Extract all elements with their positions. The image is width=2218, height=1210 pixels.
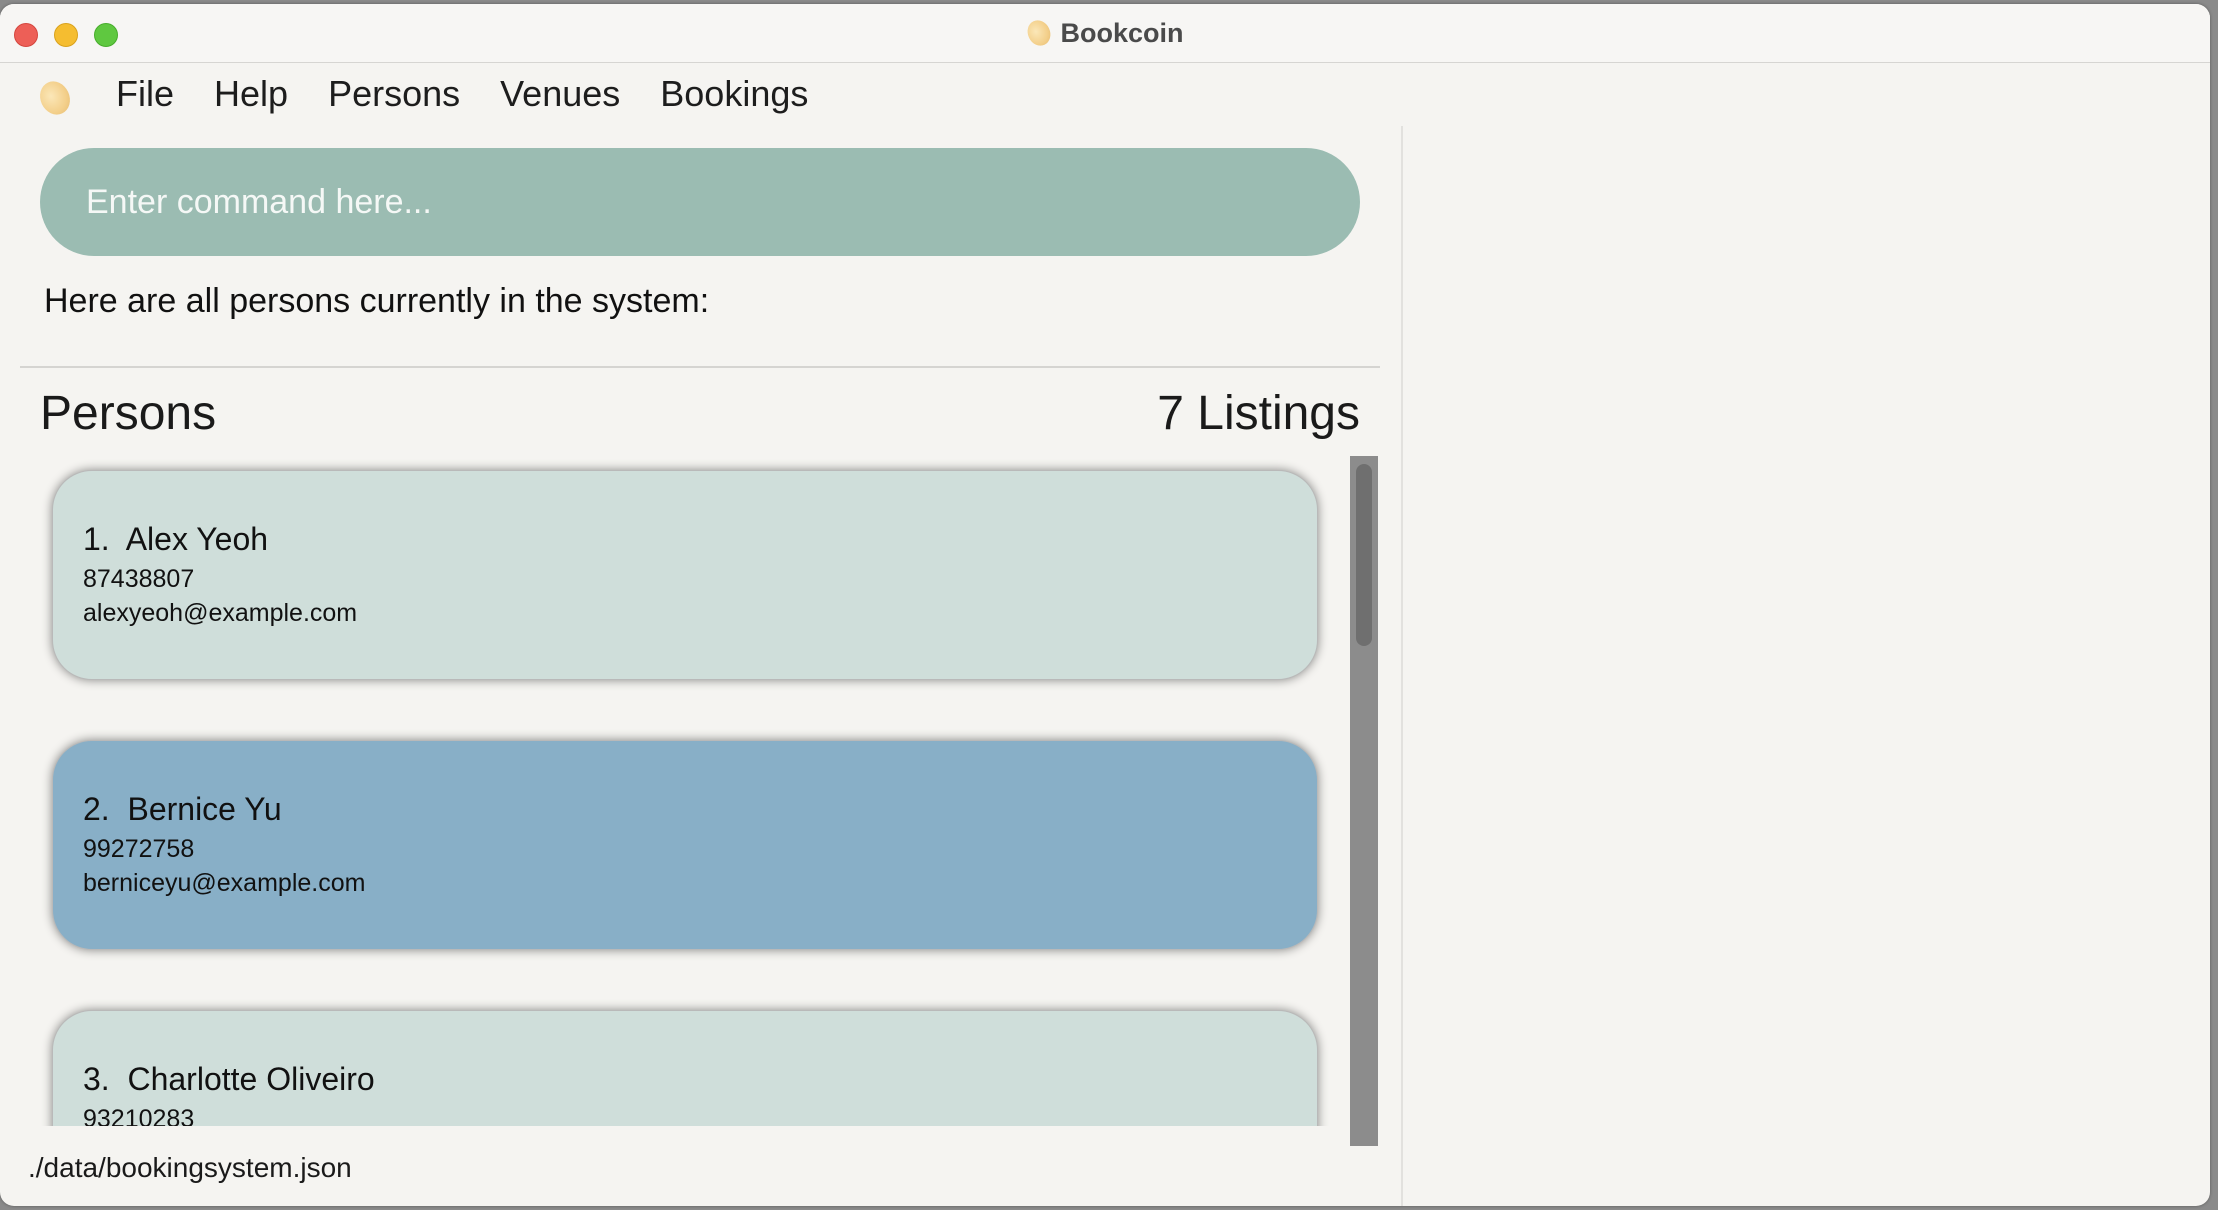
menu-file[interactable]: File [116,73,174,115]
person-index: 2. [83,791,110,827]
person-index: 3. [83,1061,110,1097]
person-phone: 93210283 [83,1105,195,1126]
command-input[interactable] [84,181,1316,223]
menu-persons[interactable]: Persons [328,73,460,115]
person-list: 1. Alex Yeoh 87438807 alexyeoh@example.c… [20,456,1380,1126]
menu-bookings[interactable]: Bookings [660,73,808,115]
left-pane: Here are all persons currently in the sy… [0,126,1400,1206]
person-name: Charlotte Oliveiro [127,1061,375,1097]
person-name-line: 3. Charlotte Oliveiro [83,1061,1287,1098]
menu-help[interactable]: Help [214,73,288,115]
person-phone: 99272758 [83,835,195,863]
list-scrollbar[interactable] [1350,456,1378,1146]
command-box[interactable] [40,148,1360,256]
person-name-line: 2. Bernice Yu [83,791,1287,828]
app-coin-icon [34,76,76,120]
person-card-selected[interactable]: 2. Bernice Yu 99272758 berniceyu@example… [52,740,1318,950]
result-display: Here are all persons currently in the sy… [44,282,710,320]
status-file-path: ./data/bookingsystem.json [28,1152,352,1183]
person-card[interactable]: 3. Charlotte Oliveiro 93210283 [52,1010,1318,1126]
app-window: Bookcoin File Help Persons Venues Bookin… [0,4,2210,1206]
person-name: Alex Yeoh [125,521,269,557]
person-card[interactable]: 1. Alex Yeoh 87438807 alexyeoh@example.c… [52,470,1318,680]
section-divider [20,366,1380,368]
menu-items: File Help Persons Venues Bookings [116,73,808,115]
bookcoin-logo-icon [1023,16,1055,50]
list-title: Persons [40,387,217,440]
pane-divider[interactable] [1401,126,1403,1206]
title-bar: Bookcoin [0,4,2210,63]
person-email: berniceyu@example.com [83,869,366,897]
person-name: Bernice Yu [127,791,282,827]
person-phone: 87438807 [83,565,195,593]
listing-count: 7 Listings [1157,387,1360,440]
window-title-text: Bookcoin [1060,18,1184,48]
list-scrollbar-thumb[interactable] [1356,464,1372,646]
person-index: 1. [83,521,110,557]
person-name-line: 1. Alex Yeoh [83,521,1287,558]
menu-bar: File Help Persons Venues Bookings [0,63,2210,125]
person-email: alexyeoh@example.com [83,599,358,627]
window-title: Bookcoin [0,16,2210,50]
menu-venues[interactable]: Venues [500,73,620,115]
